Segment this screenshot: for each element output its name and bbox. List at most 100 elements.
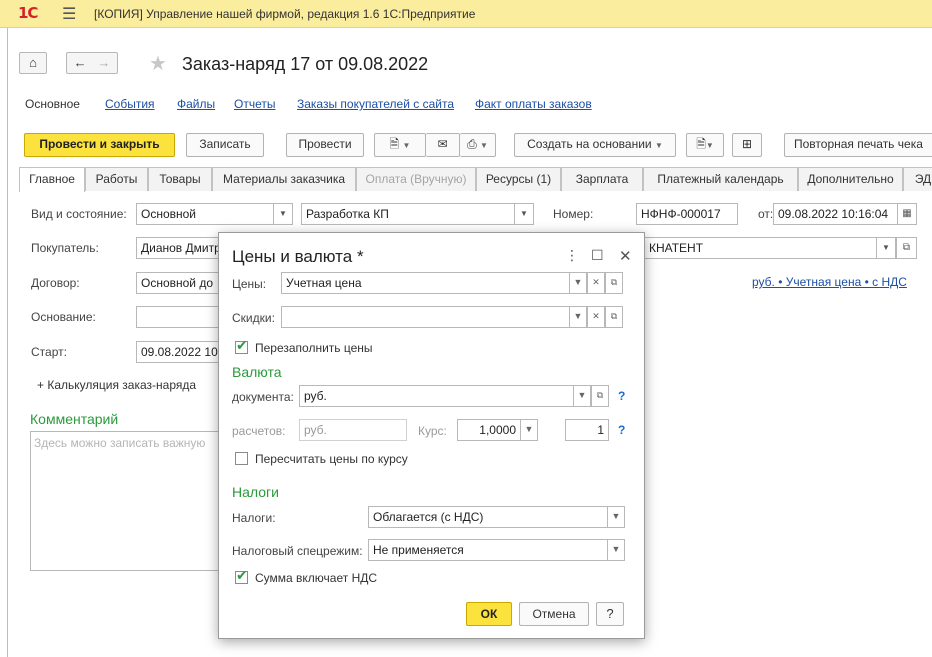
menu-icon[interactable]: ☰ bbox=[62, 4, 76, 24]
back-arrow-icon[interactable]: ← bbox=[74, 55, 87, 70]
prices-field[interactable]: Учетная цена bbox=[281, 272, 570, 294]
subnav-main[interactable]: Основное bbox=[25, 97, 80, 111]
contract-label: Договор: bbox=[31, 276, 80, 290]
multiplicity-field[interactable]: 1 bbox=[565, 419, 609, 441]
ok-button[interactable]: ОК bbox=[466, 602, 512, 626]
rate-field[interactable]: 1,0000 bbox=[457, 419, 521, 441]
close-icon[interactable]: ✕ bbox=[619, 247, 632, 265]
state-dropdown[interactable]: ▼ bbox=[514, 203, 534, 225]
discounts-field[interactable] bbox=[281, 306, 570, 328]
tax-regime-field[interactable]: Не применяется bbox=[368, 539, 608, 561]
kind-field[interactable]: Основной bbox=[136, 203, 274, 225]
tax-regime-label: Налоговый спецрежим: bbox=[232, 544, 363, 558]
kind-label: Вид и состояние: bbox=[31, 207, 127, 221]
settle-currency-label: расчетов: bbox=[232, 424, 286, 438]
recalc-prices-checkbox[interactable] bbox=[235, 452, 248, 465]
discounts-clear[interactable]: ✕ bbox=[587, 306, 605, 328]
tab-main[interactable]: Главное bbox=[19, 167, 85, 192]
chevron-down-icon: ▼ bbox=[520, 209, 528, 218]
create-based-on-button[interactable]: Создать на основании ▼ bbox=[514, 133, 676, 157]
tab-ed[interactable]: ЭД bbox=[903, 167, 932, 191]
maximize-icon[interactable]: ☐ bbox=[591, 247, 604, 264]
subnav-site-orders[interactable]: Заказы покупателей с сайта bbox=[297, 97, 454, 111]
post-button[interactable]: Провести bbox=[286, 133, 364, 157]
subnav-events[interactable]: События bbox=[105, 97, 155, 111]
chevron-down-icon: ▼ bbox=[573, 311, 583, 321]
email-button[interactable]: ✉ bbox=[426, 133, 460, 157]
tab-additional[interactable]: Дополнительно bbox=[798, 167, 903, 191]
recalc-prices-label[interactable]: Пересчитать цены по курсу bbox=[255, 452, 408, 466]
discounts-open[interactable]: ⧉ bbox=[605, 306, 623, 328]
tab-customer-materials[interactable]: Материалы заказчика bbox=[212, 167, 356, 191]
help-icon[interactable]: ? bbox=[618, 389, 625, 403]
reports-button[interactable]: 🗎▼ bbox=[686, 133, 724, 157]
vat-included-label[interactable]: Сумма включает НДС bbox=[255, 571, 377, 585]
help-icon[interactable]: ? bbox=[618, 423, 625, 437]
tab-resources[interactable]: Ресурсы (1) bbox=[476, 167, 561, 191]
doc-currency-dropdown[interactable]: ▼ bbox=[573, 385, 591, 407]
app-logo[interactable]: 1С bbox=[18, 4, 38, 22]
chevron-down-icon: ▼ bbox=[882, 243, 890, 252]
cancel-button[interactable]: Отмена bbox=[519, 602, 589, 626]
tab-salary[interactable]: Зарплата bbox=[561, 167, 643, 191]
tax-regime-dropdown[interactable]: ▼ bbox=[607, 539, 625, 561]
refill-prices-checkbox[interactable] bbox=[235, 338, 248, 354]
basis-field[interactable] bbox=[136, 306, 226, 328]
buyer-label: Покупатель: bbox=[31, 241, 99, 255]
discounts-label: Скидки: bbox=[232, 311, 275, 325]
taxes-field[interactable]: Облагается (с НДС) bbox=[368, 506, 608, 528]
contract-field[interactable]: Основной до bbox=[136, 272, 226, 294]
discounts-dropdown[interactable]: ▼ bbox=[569, 306, 587, 328]
home-button[interactable]: ⌂ bbox=[19, 52, 47, 74]
doc-structure-button[interactable]: 🗎 ▼ bbox=[374, 133, 426, 157]
price-currency-link[interactable]: руб. • Учетная цена • с НДС bbox=[752, 275, 907, 289]
subnav-payment-fact[interactable]: Факт оплаты заказов bbox=[475, 97, 592, 111]
number-field[interactable]: НФНФ-000017 bbox=[636, 203, 738, 225]
calendar-icon: ▦ bbox=[902, 208, 912, 219]
favorite-star-icon[interactable]: ★ bbox=[149, 51, 167, 76]
start-field[interactable]: 09.08.2022 10 bbox=[136, 341, 226, 363]
refill-prices-label[interactable]: Перезаполнить цены bbox=[255, 341, 373, 355]
forward-arrow-icon[interactable]: → bbox=[97, 55, 110, 70]
save-button[interactable]: Записать bbox=[186, 133, 264, 157]
taxes-dropdown[interactable]: ▼ bbox=[607, 506, 625, 528]
date-field[interactable]: 09.08.2022 10:16:04 bbox=[773, 203, 898, 225]
tab-works[interactable]: Работы bbox=[85, 167, 148, 191]
start-label: Старт: bbox=[31, 345, 67, 359]
calculation-link[interactable]: + Калькуляция заказ-наряда bbox=[37, 378, 196, 392]
tab-payment-calendar[interactable]: Платежный календарь bbox=[643, 167, 798, 191]
print-button[interactable]: ⎙ ▼ bbox=[460, 133, 496, 157]
buyer-field[interactable]: Дианов Дмитр bbox=[136, 237, 226, 259]
rate-dropdown[interactable]: ▼ bbox=[520, 419, 538, 441]
doc-currency-field[interactable]: руб. bbox=[299, 385, 574, 407]
tab-goods[interactable]: Товары bbox=[148, 167, 212, 191]
prices-open[interactable]: ⧉ bbox=[605, 272, 623, 294]
settle-currency-field[interactable]: руб. bbox=[299, 419, 407, 441]
calendar-button[interactable]: ▦ bbox=[897, 203, 917, 225]
comment-textarea[interactable]: Здесь можно записать важную bbox=[30, 431, 226, 571]
from-label: от: bbox=[758, 207, 774, 221]
history-nav[interactable]: ← → bbox=[66, 52, 118, 74]
vat-included-checkbox[interactable] bbox=[235, 568, 248, 584]
taxes-label: Налоги: bbox=[232, 511, 276, 525]
help-button[interactable]: ? bbox=[596, 602, 624, 626]
structure-button[interactable]: ⊞ bbox=[732, 133, 762, 157]
document-icon: 🗎 bbox=[389, 137, 400, 151]
more-options-icon[interactable]: ⋮ bbox=[565, 247, 579, 264]
subnav-reports[interactable]: Отчеты bbox=[234, 97, 275, 111]
tab-payment-manual[interactable]: Оплата (Вручную) bbox=[356, 167, 476, 191]
contact-open-button[interactable]: ⧉ bbox=[896, 237, 917, 259]
prices-dropdown[interactable]: ▼ bbox=[569, 272, 587, 294]
contact-field[interactable]: КНАТЕНТ bbox=[645, 237, 877, 259]
currency-heading: Валюта bbox=[232, 364, 282, 380]
prices-clear[interactable]: ✕ bbox=[587, 272, 605, 294]
prices-currency-dialog: Цены и валюта * ⋮ ☐ ✕ Цены: Учетная цена… bbox=[218, 232, 645, 639]
window-title: [КОПИЯ] Управление нашей фирмой, редакци… bbox=[94, 7, 476, 21]
state-field[interactable]: Разработка КП bbox=[301, 203, 515, 225]
doc-currency-open[interactable]: ⧉ bbox=[591, 385, 609, 407]
reprint-receipt-button[interactable]: Повторная печать чека bbox=[784, 133, 932, 157]
post-and-close-button[interactable]: Провести и закрыть bbox=[24, 133, 175, 157]
contact-dropdown[interactable]: ▼ bbox=[876, 237, 896, 259]
subnav-files[interactable]: Файлы bbox=[177, 97, 215, 111]
kind-dropdown[interactable]: ▼ bbox=[273, 203, 293, 225]
